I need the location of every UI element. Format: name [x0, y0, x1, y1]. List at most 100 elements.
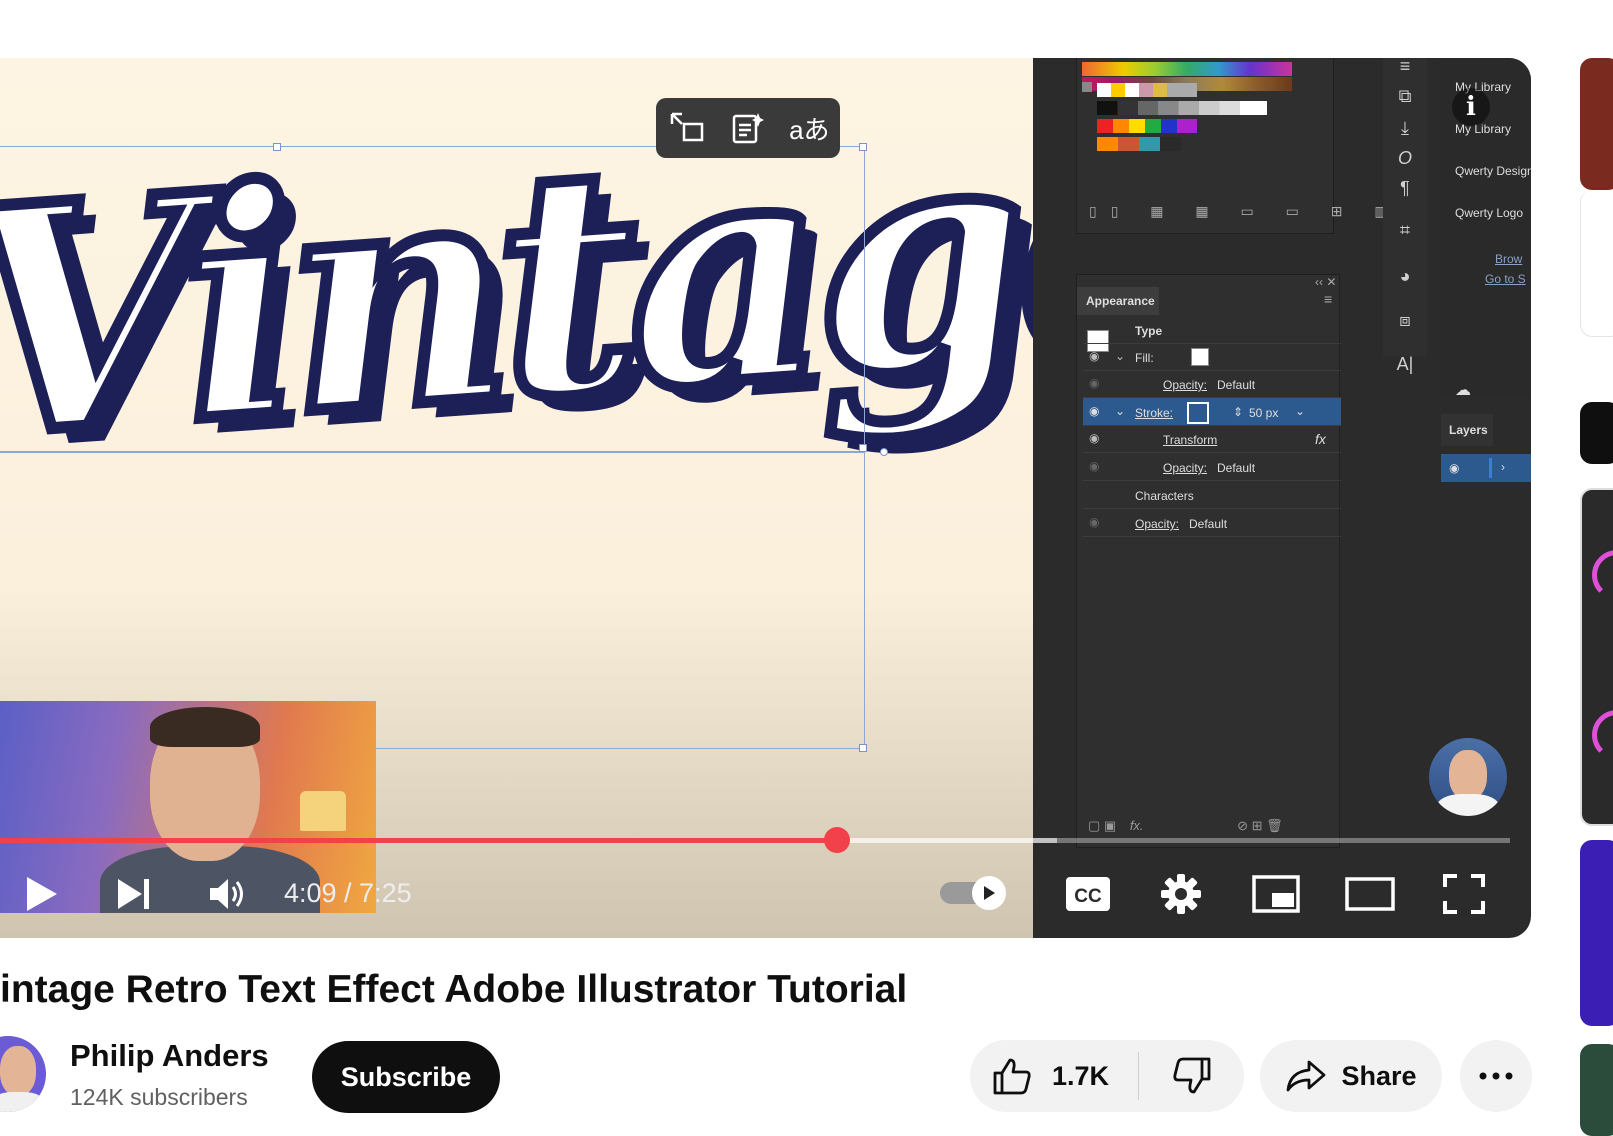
appearance-row-fill-opacity[interactable]: ◉ Opacity: Default: [1083, 370, 1341, 398]
stroke-swatch[interactable]: [1187, 402, 1209, 424]
eye-icon[interactable]: ◉: [1089, 376, 1099, 390]
video-player[interactable]: Vintage aあ ▯▯ ▦ ▦ ▭ ▭ ⊞ ▥ ‹‹ ✕ Appearanc…: [0, 58, 1531, 938]
eye-icon[interactable]: ◉: [1089, 431, 1099, 445]
appearance-row-fill[interactable]: ◉ ⌄ Fill:: [1083, 343, 1341, 371]
footer-square-icon[interactable]: ▢ ▣: [1088, 818, 1116, 833]
autoplay-toggle[interactable]: [940, 876, 1010, 910]
pathfinder-icon[interactable]: ◕: [1392, 266, 1418, 287]
next-button[interactable]: [106, 866, 162, 922]
recommendation-thumbnail[interactable]: [1580, 1044, 1613, 1136]
appearance-row-opacity[interactable]: ◉ Opacity: Default: [1083, 509, 1341, 537]
fullscreen-button[interactable]: [1436, 866, 1492, 922]
stroke-weight-stepper[interactable]: ⇕: [1233, 405, 1243, 419]
panel-menu-icon[interactable]: ≡: [1324, 291, 1332, 307]
fill-swatch[interactable]: [1191, 348, 1209, 366]
document-sparkle-icon[interactable]: [726, 106, 770, 150]
play-button[interactable]: [14, 866, 70, 922]
artboards-icon[interactable]: ⧉: [1392, 86, 1418, 107]
library-item[interactable]: Qwerty Design: [1455, 164, 1531, 178]
avatar-face: [0, 1046, 36, 1096]
like-button[interactable]: 1.7K: [970, 1040, 1138, 1112]
eye-icon[interactable]: ◉: [1089, 349, 1099, 363]
library-item[interactable]: Qwerty Logo: [1455, 206, 1523, 220]
info-icon[interactable]: i: [1452, 88, 1490, 126]
share-label: Share: [1341, 1060, 1417, 1091]
channel-name[interactable]: Philip Anders: [70, 1038, 269, 1074]
appearance-row-characters[interactable]: Characters: [1083, 481, 1341, 509]
appearance-row-stroke-opacity[interactable]: ◉ Opacity: Default: [1083, 453, 1341, 481]
recommendation-thumbnail[interactable]: [1580, 840, 1613, 1026]
export-icon[interactable]: ⤓: [1392, 118, 1418, 139]
align-icon[interactable]: ⧈: [1392, 310, 1418, 331]
appearance-row-type[interactable]: Type: [1083, 316, 1341, 344]
dislike-button[interactable]: [1139, 1040, 1244, 1112]
paragraph-icon[interactable]: ¶: [1392, 178, 1418, 199]
eye-icon[interactable]: ◉: [1089, 404, 1099, 418]
menu-icon[interactable]: ≡: [1392, 58, 1418, 77]
subscribe-button[interactable]: Subscribe: [312, 1041, 500, 1113]
eye-icon[interactable]: ◉: [1449, 461, 1459, 475]
share-button[interactable]: Share: [1260, 1040, 1442, 1112]
settings-button[interactable]: [1153, 866, 1209, 922]
more-actions-button[interactable]: [1460, 1040, 1532, 1112]
glyph-icon[interactable]: O: [1392, 148, 1418, 169]
autoplay-play-icon: [984, 886, 995, 900]
swatch-row: [1097, 119, 1197, 133]
eye-icon[interactable]: ◉: [1089, 515, 1099, 529]
swatch-toolbar-icons: ▯▯ ▦ ▦ ▭ ▭ ⊞ ▥: [1089, 203, 1402, 219]
channel-watermark-avatar[interactable]: [1429, 738, 1507, 816]
progress-bar[interactable]: [0, 827, 1510, 853]
volume-button[interactable]: [200, 866, 256, 922]
swatch-row: [1097, 83, 1197, 97]
theater-mode-button[interactable]: [1342, 866, 1398, 922]
layer-row[interactable]: ◉ ›: [1441, 454, 1531, 482]
layers-tab[interactable]: Layers: [1441, 414, 1493, 446]
fx-icon[interactable]: fx: [1315, 431, 1326, 447]
row-label: Opacity:: [1163, 378, 1208, 392]
row-value: Default: [1189, 517, 1228, 531]
recommendation-thumbnail[interactable]: [1580, 488, 1613, 826]
type-tool-icon[interactable]: A|: [1392, 354, 1418, 375]
transform-icon[interactable]: ⌗: [1392, 220, 1418, 241]
thumbnail-arc: [1592, 710, 1613, 760]
miniplayer-button[interactable]: [1248, 866, 1304, 922]
browse-link[interactable]: Brow: [1495, 252, 1522, 266]
captions-button[interactable]: CC: [1060, 866, 1116, 922]
footer-fx-icon[interactable]: fx.: [1130, 818, 1144, 833]
like-dislike-group: 1.7K: [970, 1040, 1244, 1112]
row-label: Stroke:: [1135, 406, 1174, 420]
svg-text:CC: CC: [1074, 886, 1102, 907]
row-label: Characters: [1135, 489, 1194, 503]
chevron-down-icon[interactable]: ⌄: [1115, 349, 1125, 363]
selection-handle: [859, 143, 867, 151]
row-label: Fill:: [1135, 351, 1154, 365]
recommendation-card[interactable]: [1580, 190, 1613, 337]
stroke-weight-value[interactable]: 50 px: [1249, 406, 1278, 420]
fit-icon[interactable]: [665, 106, 709, 150]
appearance-tab[interactable]: Appearance: [1077, 287, 1159, 315]
appearance-row-stroke[interactable]: ◉ ⌄ Stroke: ⇕ 50 px ⌄: [1083, 398, 1341, 426]
channel-avatar[interactable]: [0, 1036, 46, 1112]
presenter-hair: [150, 707, 260, 747]
recommendation-thumbnail[interactable]: [1580, 58, 1613, 190]
chevron-right-icon[interactable]: ›: [1501, 460, 1505, 474]
translate-icon[interactable]: aあ: [787, 106, 831, 150]
row-label: Opacity:: [1135, 517, 1180, 531]
progress-scrubber[interactable]: [823, 827, 850, 853]
recommendation-chip[interactable]: [1580, 402, 1613, 464]
illustrator-canvas: Vintage aあ: [0, 58, 1033, 938]
appearance-title: Appearance: [1086, 294, 1155, 308]
fullscreen-icon: [1443, 874, 1485, 914]
chevron-down-icon[interactable]: ⌄: [1115, 404, 1125, 418]
thumbnail-arc: [1592, 550, 1613, 600]
selection-handle: [880, 448, 888, 456]
swatches-panel: ▯▯ ▦ ▦ ▭ ▭ ⊞ ▥: [1076, 58, 1388, 234]
selection-handle: [273, 143, 281, 151]
appearance-row-transform[interactable]: ◉ Transform fx: [1083, 425, 1341, 453]
chevron-down-icon[interactable]: ⌄: [1295, 404, 1305, 418]
theater-icon: [1345, 877, 1395, 911]
video-title: intage Retro Text Effect Adobe Illustrat…: [0, 968, 908, 1011]
eye-icon[interactable]: ◉: [1089, 459, 1099, 473]
go-to-link[interactable]: Go to S: [1485, 272, 1526, 286]
footer-actions-icons[interactable]: ⊘ ⊞ 🗑: [1237, 818, 1283, 833]
